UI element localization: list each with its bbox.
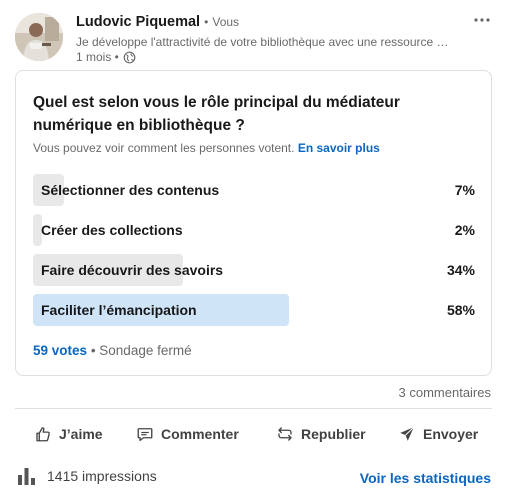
more-options-icon: [474, 18, 490, 22]
send-icon: [400, 426, 415, 441]
repost-label: Republier: [301, 426, 366, 442]
author-name[interactable]: Ludovic Piquemal • Vous: [76, 14, 239, 30]
post-time: 1 mois •: [76, 50, 119, 64]
send-button[interactable]: Envoyer: [398, 416, 478, 452]
poll-visibility-text: Vous pouvez voir comment les personnes v…: [33, 141, 295, 155]
like-button[interactable]: J’aime: [34, 416, 103, 452]
poll-votes-link[interactable]: 59 votes: [33, 343, 87, 358]
poll-option-percent: 34%: [446, 262, 475, 278]
view-stats-link[interactable]: Voir les statistiques: [360, 470, 491, 486]
poll-option-percent: 7%: [454, 182, 475, 198]
feed-post: Ludovic Piquemal • Vous Je développe l'a…: [0, 0, 508, 496]
comment-label: Commenter: [161, 426, 239, 442]
poll-visibility-notice: Vous pouvez voir comment les personnes v…: [33, 141, 380, 155]
globe-icon: [123, 51, 136, 64]
poll-card: Quel est selon vous le rôle principal du…: [15, 70, 492, 376]
author-headline: Je développe l'attractivité de votre bib…: [76, 35, 449, 49]
analytics-bar: 1415 impressions Voir les statistiques: [0, 460, 508, 496]
poll-footer: 59 votes • Sondage fermé: [33, 343, 192, 358]
author-separator: •: [204, 15, 209, 29]
thumbs-up-icon: [36, 427, 50, 442]
poll-status: • Sondage fermé: [90, 343, 192, 358]
comment-icon: [137, 428, 153, 442]
author-relation: Vous: [212, 15, 240, 29]
learn-more-link[interactable]: En savoir plus: [298, 141, 380, 155]
post-header: Ludovic Piquemal • Vous Je développe l'a…: [0, 0, 508, 70]
action-bar: J’aime Commenter Republier Envoyer: [0, 416, 508, 452]
comment-button[interactable]: Commenter: [136, 416, 239, 452]
divider: [15, 408, 492, 409]
author-avatar[interactable]: [15, 13, 63, 61]
more-options-button[interactable]: [468, 8, 496, 32]
send-label: Envoyer: [423, 426, 479, 442]
poll-option-percent: 2%: [454, 222, 475, 238]
poll-option[interactable]: Sélectionner des contenus 7%: [33, 174, 475, 206]
author-name-text[interactable]: Ludovic Piquemal: [76, 14, 200, 30]
comments-count[interactable]: 3 commentaires: [399, 385, 491, 400]
repost-icon: [278, 427, 292, 441]
poll-option-label: Faire découvrir des savoirs: [41, 262, 224, 278]
impressions[interactable]: 1415 impressions: [17, 466, 157, 486]
poll-option-percent: 58%: [446, 302, 475, 318]
poll-option-label: Faciliter l’émancipation: [41, 302, 197, 318]
impressions-count: 1415 impressions: [47, 468, 157, 484]
poll-question: Quel est selon vous le rôle principal du…: [33, 94, 400, 134]
repost-button[interactable]: Republier: [276, 416, 366, 452]
poll-option[interactable]: Faire découvrir des savoirs 34%: [33, 254, 475, 286]
poll-option[interactable]: Créer des collections 2%: [33, 214, 475, 246]
poll-option-label: Créer des collections: [41, 222, 183, 238]
like-label: J’aime: [59, 426, 103, 442]
poll-option[interactable]: Faciliter l’émancipation 58%: [33, 294, 475, 326]
post-meta: 1 mois •: [76, 50, 136, 64]
poll-option-label: Sélectionner des contenus: [41, 182, 220, 198]
bar-chart-icon: [18, 468, 35, 485]
